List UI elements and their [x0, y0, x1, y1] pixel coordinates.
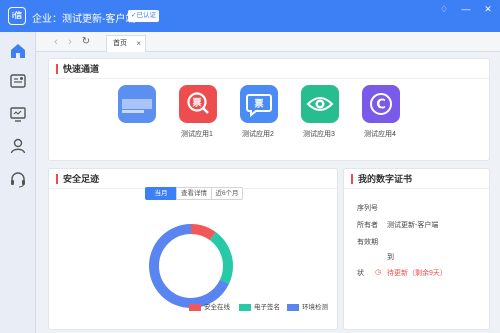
headset-icon	[11, 172, 25, 188]
cert-row-serial: 序列号	[357, 203, 378, 213]
c-letter-icon: C	[362, 85, 400, 123]
segment-last-6-months[interactable]: 近6个月	[211, 187, 243, 200]
card-divider	[49, 78, 489, 79]
sidebar-item-user[interactable]	[9, 137, 27, 155]
legend-swatch-blue	[287, 304, 299, 311]
sidebar-item-support[interactable]	[9, 170, 27, 188]
cert-value: 到	[387, 254, 394, 261]
app-tile-label: 测试应用1	[181, 131, 213, 138]
ticket-chat-icon: 票	[240, 85, 278, 123]
app-glyph: 票	[254, 98, 263, 110]
security-footprint-title: 安全足迹	[56, 174, 99, 184]
tab-bar: ‹ › ↻ 首页 ×	[36, 32, 500, 52]
user-icon	[10, 138, 26, 154]
app-tile-3[interactable]: 测试应用3	[297, 85, 341, 167]
forward-button[interactable]: ›	[64, 36, 76, 48]
security-donut-chart	[149, 224, 233, 308]
quick-access-title: 快速通道	[56, 64, 99, 74]
tab-home-label: 首页	[113, 40, 127, 47]
app-tile-1[interactable]: 票 测试应用1	[175, 85, 219, 167]
cert-label: 序列号	[357, 205, 378, 212]
app-tile-0[interactable]	[114, 85, 158, 167]
security-footprint-card: 安全足迹 当月 查看详情 近6个月 安全在线 电子签名 环境检测	[48, 168, 338, 330]
app-tile-label: 测试应用3	[303, 131, 335, 138]
back-button[interactable]: ‹	[50, 36, 62, 48]
sidebar-item-monitor[interactable]	[9, 105, 27, 123]
segment-view-details[interactable]: 查看详情	[176, 187, 212, 200]
eye-icon	[301, 85, 339, 123]
app-logo: i信	[8, 7, 26, 25]
refresh-button[interactable]: ↻	[80, 36, 92, 48]
clock-icon: ◷	[375, 269, 382, 276]
quick-access-card: 快速通道 票 测试应用1 票 测试应用2 测试应用3 C 测试应用4	[48, 58, 490, 161]
app-glyph: 票	[192, 97, 201, 109]
skin-icon[interactable]: ♢	[438, 3, 450, 15]
digital-certificate-card: 我的数字证书 序列号 所有者 测试更新-客户端 有效期 到 状 ◷ 待更新（剩余…	[343, 168, 490, 330]
title-bar: i信 企业：测试更新-客户端 ✓已认证 ♢ — ✕	[0, 0, 500, 32]
ticket-search-icon: 票	[179, 85, 217, 123]
sidebar-item-certificate[interactable]	[9, 72, 27, 90]
window-controls: ♢ — ✕	[438, 3, 494, 15]
app-title: 企业：测试更新-客户端	[32, 14, 136, 25]
cert-label: 所有者	[357, 222, 378, 229]
cert-label: 状	[357, 270, 364, 277]
home-icon	[11, 44, 25, 58]
cert-row-owner: 所有者 测试更新-客户端	[357, 220, 438, 230]
verified-badge: ✓已认证	[128, 10, 159, 22]
sidebar-item-home[interactable]	[9, 42, 27, 60]
app-tile-2[interactable]: 票 测试应用2	[236, 85, 280, 167]
legend-swatch-green	[239, 304, 251, 311]
cert-row-validity: 有效期	[357, 237, 378, 247]
legend-label: 电子签名	[254, 304, 280, 311]
app-placeholder-icon	[118, 85, 156, 123]
card-divider	[344, 188, 489, 189]
segment-this-month[interactable]: 当月	[145, 187, 177, 200]
verified-badge-label: 已认证	[136, 12, 156, 19]
digital-certificate-title: 我的数字证书	[351, 174, 412, 184]
minimize-button[interactable]: —	[460, 3, 472, 15]
cert-status-value[interactable]: 待更新（剩余9天）	[387, 268, 447, 278]
cert-row-status: 状 ◷ 待更新（剩余9天）	[357, 268, 447, 278]
legend-label: 安全在线	[204, 304, 230, 311]
app-tile-label: 测试应用2	[242, 131, 274, 138]
app-tile-4[interactable]: C 测试应用4	[358, 85, 402, 167]
monitor-icon	[10, 107, 26, 122]
app-tile-label: 测试应用4	[364, 131, 396, 138]
certificate-icon	[10, 74, 26, 88]
legend-swatch-red	[189, 304, 201, 311]
close-button[interactable]: ✕	[482, 3, 494, 15]
cert-label: 有效期	[357, 239, 378, 246]
tab-home[interactable]: 首页 ×	[106, 35, 146, 52]
cert-value: 测试更新-客户端	[387, 222, 439, 229]
app-glyph: C	[376, 98, 386, 113]
tab-close-button[interactable]: ×	[136, 36, 141, 52]
legend-label: 环境检测	[302, 304, 328, 311]
sidebar	[0, 32, 36, 333]
